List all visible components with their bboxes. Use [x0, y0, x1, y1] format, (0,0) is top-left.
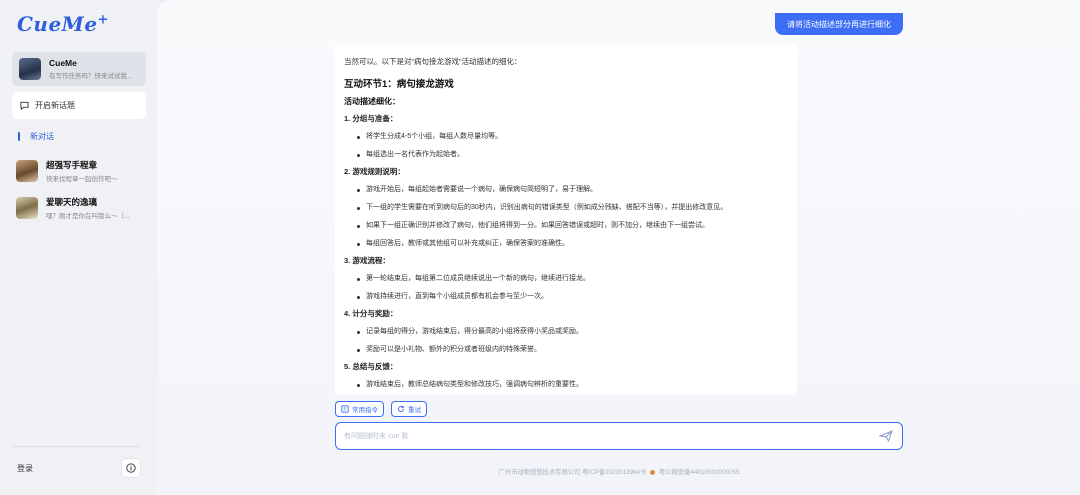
assistant-avatar [19, 58, 41, 80]
police-record[interactable]: 粤公网安备44010502000055 [659, 469, 740, 476]
common-commands-label: 常用指令 [352, 407, 378, 414]
retry-button[interactable]: 重试 [391, 401, 427, 417]
app-logo[interactable]: CueMe+ [17, 12, 109, 36]
active-conversation-label: 新对话 [30, 132, 54, 141]
section-list: 第一轮结束后，每组第二位成员继续说出一个新的病句，继续进行接龙。 游戏持续进行，… [344, 273, 787, 303]
list-item: 第一轮结束后，每组第二位成员继续说出一个新的病句，继续进行接龙。 [356, 273, 787, 285]
login-link[interactable]: 登录 [17, 463, 33, 474]
section-title: 2. 游戏规则说明： [344, 167, 405, 176]
answer-heading: 互动环节1：病句接龙游戏 [344, 79, 454, 90]
command-icon [341, 405, 349, 413]
section-list: 将学生分成4-5个小组，每组人数尽量均等。 每组选出一名代表作为起始者。 [344, 131, 787, 161]
section-list: 游戏结束后，教师总结病句类型和修改技巧，强调病句辨析的重要性。 [344, 379, 787, 391]
assistant-answer: 当然可以。以下是对“病句接龙游戏”活动描述的细化： 互动环节1：病句接龙游戏 活… [335, 45, 797, 395]
section-list: 游戏开始后，每组起始者需要说一个病句，确保病句简短明了，易于理解。 下一组的学生… [344, 184, 787, 250]
new-topic-button[interactable]: 开启新话题 [12, 92, 146, 119]
answer-subheading: 活动描述细化： [344, 97, 400, 106]
active-conversation-item[interactable]: 新对话 [18, 131, 54, 142]
conversation-subtitle: 快来找程章一起创作吧～ [46, 176, 118, 183]
common-commands-button[interactable]: 常用指令 [335, 401, 384, 417]
sidebar-divider [12, 446, 140, 447]
conversation-avatar [16, 160, 38, 182]
chat-input[interactable] [344, 429, 864, 443]
section-title: 5. 总结与反馈： [344, 362, 398, 371]
section-title: 3. 游戏流程： [344, 256, 390, 265]
list-item: 每组选出一名代表作为起始者。 [356, 149, 787, 161]
police-badge-icon [650, 469, 656, 475]
answer-intro: 当然可以。以下是对“病句接龙游戏”活动描述的细化： [344, 57, 522, 66]
refresh-icon [397, 405, 405, 413]
chat-bubble-icon [20, 101, 29, 110]
send-icon [879, 430, 893, 442]
list-item: 记录每组的得分，游戏结束后，得分最高的小组将获得小奖品或奖励。 [356, 326, 787, 338]
list-item: 下一组的学生需要在听到病句后的30秒内，识别出病句的错误类型（例如成分残缺、搭配… [356, 202, 787, 214]
conversation-title: 超强写手程章 [46, 160, 98, 170]
assistant-name: CueMe [49, 58, 77, 68]
retry-label: 重试 [408, 407, 421, 414]
list-item: 将学生分成4-5个小组，每组人数尽量均等。 [356, 131, 787, 143]
icp-license[interactable]: 广州市动物想想技术有限公司 粤ICP备2023013984号 [498, 469, 646, 476]
list-item: 游戏开始后，每组起始者需要说一个病句，确保病句简短明了，易于理解。 [356, 184, 787, 196]
conversation-item[interactable]: 爱聊天的逸璃 嘿？刚才是你在叫我么～（... [16, 194, 146, 222]
list-item: 游戏结束后，教师总结病句类型和修改技巧，强调病句辨析的重要性。 [356, 379, 787, 391]
chat-input-box[interactable] [335, 422, 903, 450]
conversation-avatar [16, 197, 38, 219]
section-list: 记录每组的得分，游戏结束后，得分最高的小组将获得小奖品或奖励。 奖励可以是小礼物… [344, 326, 787, 356]
assistant-card[interactable]: CueMe 有写作任务吗？快来试试我... [12, 52, 146, 86]
conversation-title: 爱聊天的逸璃 [46, 197, 98, 207]
assistant-tagline: 有写作任务吗？快来试试我... [49, 73, 133, 80]
footer: 广州市动物想想技术有限公司 粤ICP备2023013984号 粤公网安备4401… [335, 467, 903, 476]
section-title: 1. 分组与准备： [344, 114, 398, 123]
user-message-bubble: 请将活动描述部分再进行细化 [775, 13, 903, 35]
conversation-subtitle: 嘿？刚才是你在叫我么～（... [46, 213, 130, 220]
list-item: 游戏持续进行，直到每个小组成员都有机会参与至少一次。 [356, 291, 787, 303]
info-circle-icon [126, 463, 136, 473]
conversation-item[interactable]: 超强写手程章 快来找程章一起创作吧～ [16, 157, 146, 185]
list-item: 奖励可以是小礼物、额外的积分或者班级内的特殊荣誉。 [356, 344, 787, 356]
section-title: 4. 计分与奖励： [344, 309, 398, 318]
active-indicator [18, 132, 20, 141]
info-icon[interactable] [121, 458, 141, 478]
send-button[interactable] [878, 429, 894, 443]
list-item: 每组回答后，教师或其他组可以补充或纠正，确保答案的准确性。 [356, 238, 787, 250]
new-topic-label: 开启新话题 [35, 101, 75, 110]
list-item: 如果下一组正确识别并修改了病句，他们组将得到一分。如果回答错误或超时，则不加分，… [356, 220, 787, 232]
sidebar: CueMe+ CueMe 有写作任务吗？快来试试我... 开启新话题 新对话 超… [0, 0, 157, 495]
